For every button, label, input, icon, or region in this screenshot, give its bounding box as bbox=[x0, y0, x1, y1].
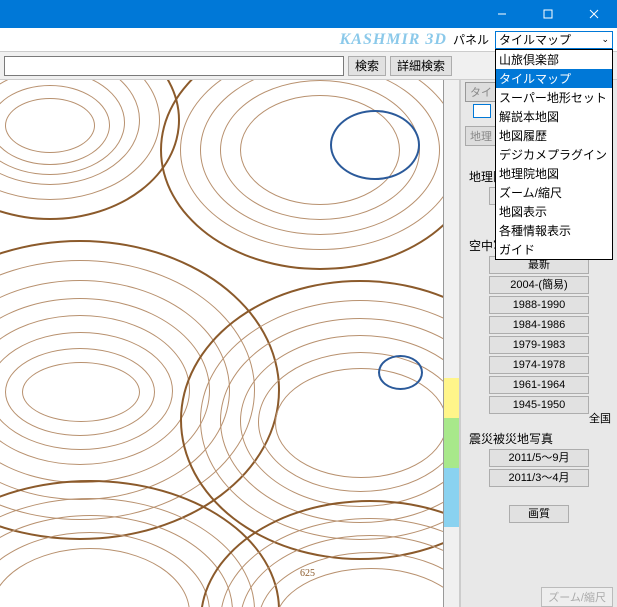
color-strip bbox=[444, 80, 460, 607]
aerial-year-button[interactable]: 1961-1964 bbox=[489, 376, 589, 394]
titlebar bbox=[0, 0, 617, 28]
map-canvas[interactable]: 625 bbox=[0, 80, 444, 607]
brand-row: KASHMIR 3D パネル タイルマップ ⌄ 山旅倶楽部タイルマップスーパー地… bbox=[0, 28, 617, 52]
aerial-year-button[interactable]: 2004-(簡易) bbox=[489, 276, 589, 294]
dropdown-item[interactable]: ズーム/縮尺 bbox=[496, 183, 612, 202]
disaster-section-label: 震災被災地写真 bbox=[469, 430, 613, 447]
panel-dropdown-selected[interactable]: タイルマップ ⌄ bbox=[495, 31, 613, 49]
nationwide-label: 全国 bbox=[589, 410, 611, 426]
dropdown-selected-text: タイルマップ bbox=[499, 31, 571, 48]
dropdown-item[interactable]: 地理院地図 bbox=[496, 164, 612, 183]
close-button[interactable] bbox=[571, 0, 617, 28]
tab-tile[interactable]: タイ bbox=[465, 82, 497, 102]
thumbnail-box[interactable] bbox=[473, 104, 491, 118]
dropdown-item[interactable]: 地図表示 bbox=[496, 202, 612, 221]
panel-dropdown-list: 山旅倶楽部タイルマップスーパー地形セット解説本地図地図履歴デジカメプラグイン地理… bbox=[495, 49, 613, 260]
search-input[interactable] bbox=[4, 56, 344, 76]
aerial-year-button[interactable]: 1988-1990 bbox=[489, 296, 589, 314]
chevron-down-icon: ⌄ bbox=[601, 34, 609, 45]
dropdown-item[interactable]: 地図履歴 bbox=[496, 126, 612, 145]
dropdown-item[interactable]: デジカメプラグイン bbox=[496, 145, 612, 164]
zoom-scale-tab[interactable]: ズーム/縮尺 bbox=[541, 587, 613, 607]
elevation-label: 625 bbox=[300, 568, 315, 579]
aerial-year-button[interactable]: 1945-1950 bbox=[489, 396, 589, 414]
detail-search-button[interactable]: 詳細検索 bbox=[390, 56, 452, 76]
dropdown-item[interactable]: 解説本地図 bbox=[496, 107, 612, 126]
app-brand: KASHMIR 3D bbox=[340, 31, 447, 49]
dropdown-item[interactable]: 山旅倶楽部 bbox=[496, 50, 612, 69]
dropdown-item[interactable]: ガイド bbox=[496, 240, 612, 259]
panel-label: パネル bbox=[453, 31, 489, 48]
dropdown-item[interactable]: タイルマップ bbox=[496, 69, 612, 88]
panel-dropdown[interactable]: タイルマップ ⌄ 山旅倶楽部タイルマップスーパー地形セット解説本地図地図履歴デジ… bbox=[495, 31, 613, 49]
maximize-button[interactable] bbox=[525, 0, 571, 28]
quality-button[interactable]: 画質 bbox=[509, 505, 569, 523]
aerial-year-button[interactable]: 1984-1986 bbox=[489, 316, 589, 334]
tab-gsi-gray[interactable]: 地理 bbox=[465, 126, 497, 146]
aerial-year-button[interactable]: 1979-1983 bbox=[489, 336, 589, 354]
dropdown-item[interactable]: スーパー地形セット bbox=[496, 88, 612, 107]
disaster-period-button[interactable]: 2011/3～4月 bbox=[489, 469, 589, 487]
search-button[interactable]: 検索 bbox=[348, 56, 386, 76]
disaster-period-button[interactable]: 2011/5～9月 bbox=[489, 449, 589, 467]
minimize-button[interactable] bbox=[479, 0, 525, 28]
aerial-year-button[interactable]: 1974-1978 bbox=[489, 356, 589, 374]
dropdown-item[interactable]: 各種情報表示 bbox=[496, 221, 612, 240]
